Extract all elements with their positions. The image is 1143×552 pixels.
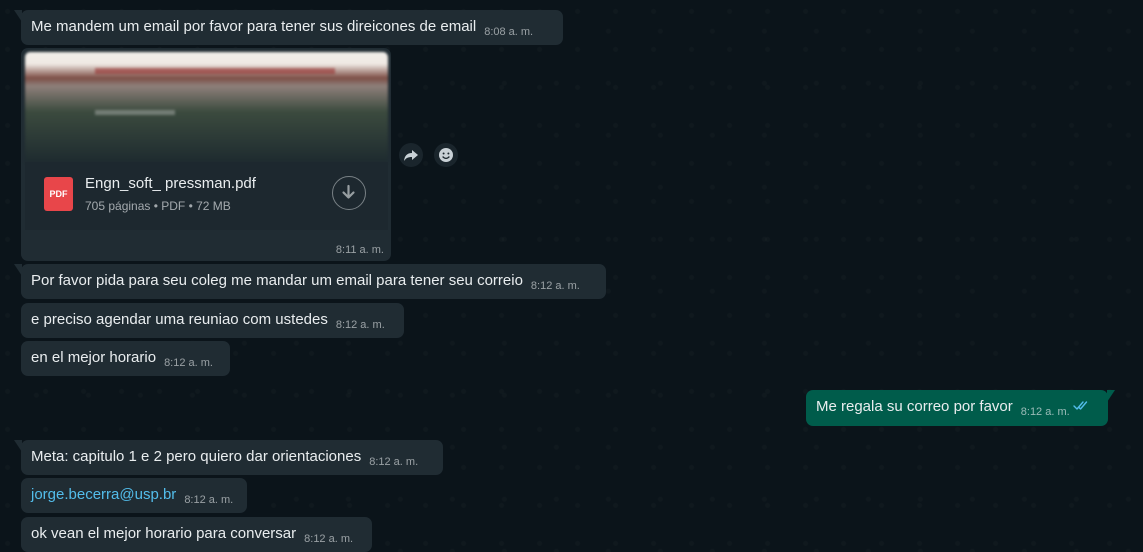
message-text: en el mejor horario bbox=[31, 349, 157, 366]
outgoing-message[interactable]: Me regala su correo por favor 8:12 a. m. bbox=[806, 390, 1115, 426]
message-time: 8:11 a. m. bbox=[335, 244, 384, 256]
document-meta: 705 páginas • PDF • 72 MB bbox=[85, 199, 231, 213]
message-time: 8:12 a. m. bbox=[530, 280, 580, 292]
bubble-tail bbox=[14, 440, 22, 452]
message-time: 8:08 a. m. bbox=[484, 26, 534, 38]
message-text: Meta: capitulo 1 e 2 pero quiero dar ori… bbox=[31, 448, 362, 465]
bubble-tail bbox=[1107, 390, 1115, 402]
document-thumbnail[interactable] bbox=[25, 52, 388, 162]
bubble-tail bbox=[14, 10, 22, 22]
document-filename: Engn_soft_ pressman.pdf bbox=[85, 175, 256, 192]
thumbnail-decoration bbox=[95, 110, 175, 115]
document-message[interactable]: PDF Engn_soft_ pressman.pdf 705 páginas … bbox=[21, 48, 391, 261]
incoming-message[interactable]: Por favor pida para seu coleg me mandar … bbox=[14, 264, 606, 299]
document-info[interactable]: PDF Engn_soft_ pressman.pdf 705 páginas … bbox=[25, 162, 388, 230]
message-time: 8:12 a. m. bbox=[164, 357, 213, 369]
forward-button[interactable] bbox=[399, 143, 423, 167]
message-text: ok vean el mejor horario para conversar bbox=[31, 525, 297, 542]
message-text: Me regala su correo por favor bbox=[816, 398, 1013, 415]
incoming-message[interactable]: Meta: capitulo 1 e 2 pero quiero dar ori… bbox=[14, 440, 443, 475]
download-button[interactable] bbox=[332, 176, 366, 210]
incoming-message[interactable]: jorge.becerra@usp.br 8:12 a. m. bbox=[21, 478, 247, 513]
message-text: Por favor pida para seu coleg me mandar … bbox=[31, 272, 523, 289]
emoji-reaction-button[interactable] bbox=[434, 143, 458, 167]
incoming-message[interactable]: e preciso agendar uma reuniao com ustede… bbox=[21, 303, 404, 338]
message-time: 8:12 a. m. bbox=[335, 319, 385, 331]
download-icon bbox=[342, 184, 355, 199]
forward-icon bbox=[404, 150, 418, 161]
incoming-message[interactable]: en el mejor horario 8:12 a. m. bbox=[21, 341, 230, 376]
message-time: 8:12 a. m. bbox=[369, 456, 419, 468]
message-text: Me mandem um email por favor para tener … bbox=[31, 18, 477, 35]
incoming-message[interactable]: Me mandem um email por favor para tener … bbox=[14, 10, 563, 45]
bubble-tail bbox=[14, 264, 22, 276]
pdf-file-icon: PDF bbox=[44, 177, 73, 211]
message-text: e preciso agendar uma reuniao com ustede… bbox=[31, 311, 328, 328]
email-link[interactable]: jorge.becerra@usp.br bbox=[31, 486, 176, 503]
double-check-icon bbox=[1072, 397, 1090, 417]
message-time: 8:12 a. m. bbox=[304, 533, 354, 545]
message-time: 8:12 a. m. bbox=[1020, 406, 1070, 418]
incoming-message[interactable]: ok vean el mejor horario para conversar 8… bbox=[21, 517, 372, 552]
emoji-icon bbox=[439, 148, 453, 162]
message-time: 8:12 a. m. bbox=[184, 494, 234, 506]
thumbnail-decoration bbox=[95, 68, 335, 74]
